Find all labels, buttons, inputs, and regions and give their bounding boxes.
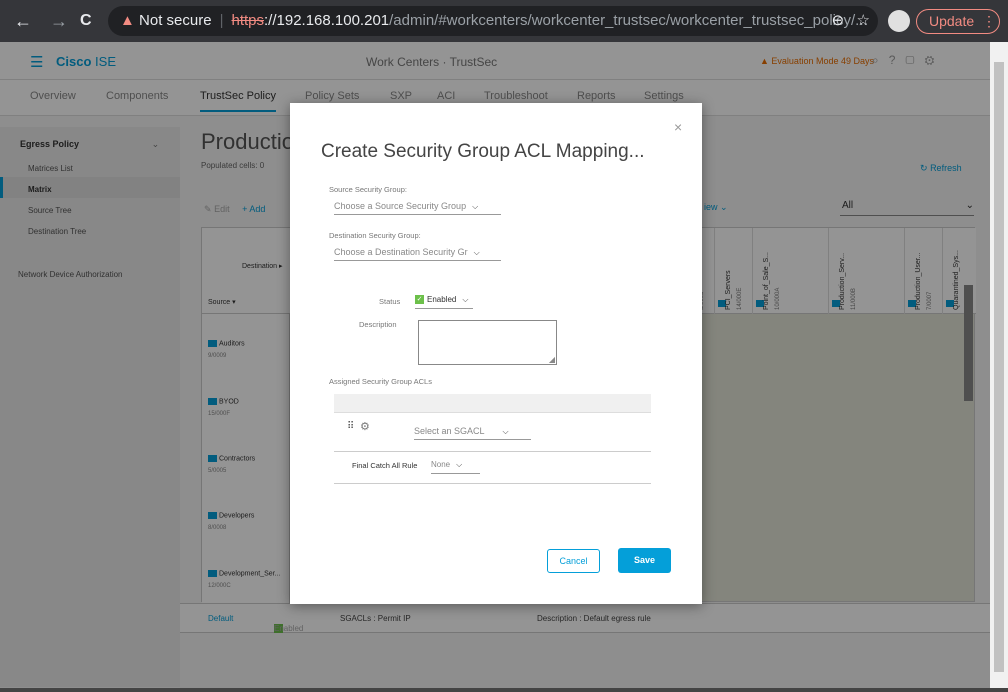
- status-value: Enabled: [427, 295, 457, 304]
- kebab-menu-icon: ⋮: [982, 13, 997, 29]
- catch-all-label: Final Catch All Rule: [352, 461, 418, 470]
- taskbar-edge: [0, 688, 1008, 692]
- description-textarea[interactable]: ◢: [418, 320, 557, 365]
- update-label: Update: [929, 13, 975, 29]
- chevron-down-icon: ⌵: [473, 248, 480, 257]
- forward-icon[interactable]: →: [50, 11, 68, 32]
- zoom-icon[interactable]: ⊖: [831, 12, 844, 29]
- url-scheme: https: [231, 12, 265, 29]
- chevron-down-icon: ⌵: [472, 202, 479, 211]
- dialog-title: Create Security Group ACL Mapping...: [321, 141, 645, 162]
- warning-icon: ▲: [120, 12, 135, 29]
- checkmark-icon: ✓: [415, 295, 424, 305]
- sgacl-table: ⠿ ⚙ Select an SGACL ⌵ Final Catch All Rul…: [334, 394, 651, 485]
- url-host: ://192.168.100.201: [264, 12, 390, 29]
- omnibox-icons: ⊖ ☆: [831, 6, 870, 36]
- status-select[interactable]: ✓ Enabled ⌵: [415, 295, 473, 309]
- chevron-down-icon: ⌵: [456, 460, 463, 469]
- assigned-sgacls-label: Assigned Security Group ACLs: [329, 377, 432, 386]
- security-label[interactable]: Not secure: [139, 12, 212, 29]
- destination-group-select[interactable]: Choose a Destination Security Gr ⌵: [334, 247, 501, 261]
- url-path: /admin/#workcenters/workcenter_trustsec/…: [389, 12, 868, 29]
- resize-handle-icon[interactable]: ◢: [549, 355, 555, 364]
- reload-icon[interactable]: C: [80, 12, 92, 30]
- description-label: Description: [359, 320, 397, 329]
- cancel-button[interactable]: Cancel: [547, 549, 600, 573]
- chevron-down-icon: ⌵: [502, 427, 509, 436]
- catch-all-row: Final Catch All Rule None ⌵: [334, 452, 651, 484]
- source-group-placeholder: Choose a Source Security Group: [334, 201, 467, 211]
- address-bar[interactable]: ▲ Not secure | https://192.168.100.201/adm…: [108, 6, 878, 36]
- destination-group-label: Destination Security Group:: [329, 231, 421, 240]
- star-icon[interactable]: ☆: [857, 12, 870, 29]
- sgacl-row: ⠿ ⚙ Select an SGACL ⌵: [334, 413, 651, 452]
- back-icon[interactable]: ←: [14, 11, 32, 32]
- catch-all-value: None: [431, 460, 451, 469]
- sgacl-placeholder: Select an SGACL: [414, 426, 485, 436]
- drag-handle-icon[interactable]: ⠿: [347, 421, 354, 432]
- divider: |: [219, 12, 224, 29]
- create-sgacl-mapping-dialog: × Create Security Group ACL Mapping... S…: [290, 103, 702, 604]
- profile-avatar[interactable]: [888, 10, 910, 32]
- destination-group-placeholder: Choose a Destination Security Gr: [334, 247, 468, 257]
- update-button[interactable]: Update ⋮: [916, 9, 1000, 34]
- browser-toolbar: ← → C ▲ Not secure | https://192.168.100.2…: [0, 0, 1008, 42]
- sgacl-select[interactable]: Select an SGACL ⌵: [414, 426, 531, 440]
- scrollbar-thumb[interactable]: [994, 62, 1004, 672]
- page-scrollbar[interactable]: [990, 42, 1008, 688]
- source-group-select[interactable]: Choose a Source Security Group ⌵: [334, 201, 501, 215]
- catch-all-select[interactable]: None ⌵: [431, 460, 480, 474]
- gear-icon[interactable]: ⚙: [360, 420, 370, 433]
- chevron-down-icon: ⌵: [462, 295, 469, 304]
- status-label: Status: [379, 297, 401, 306]
- source-group-label: Source Security Group:: [329, 185, 407, 194]
- save-button[interactable]: Save: [618, 548, 671, 573]
- sgacl-table-header: [334, 394, 651, 413]
- close-icon[interactable]: ×: [674, 119, 682, 135]
